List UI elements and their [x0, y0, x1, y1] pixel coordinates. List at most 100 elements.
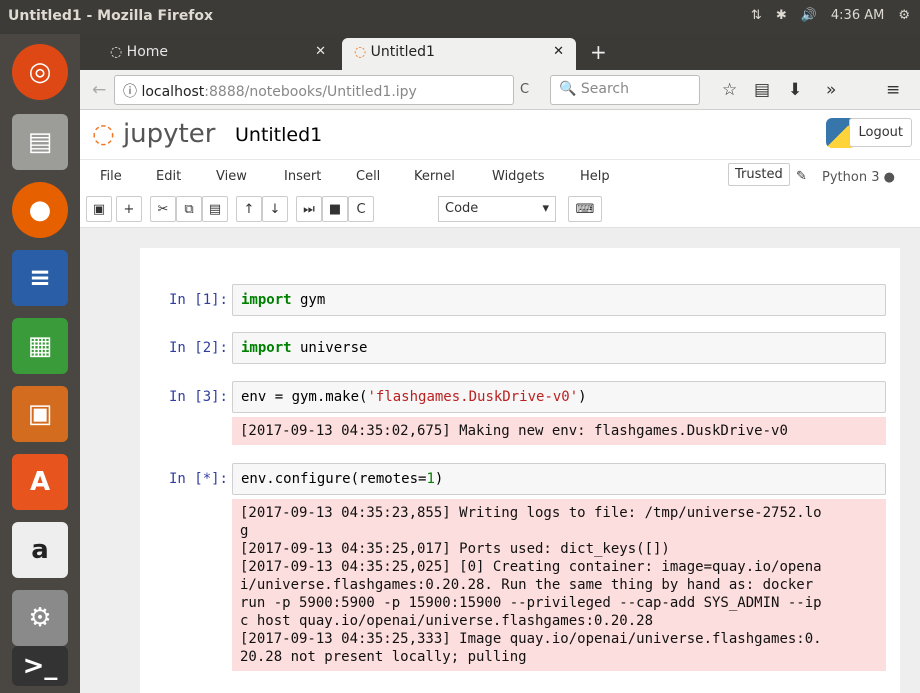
code-text: gym — [291, 292, 326, 308]
stop-square-icon[interactable]: ■ — [322, 196, 348, 222]
reload-icon[interactable]: C — [520, 82, 529, 97]
ubuntu-top-panel: Untitled1 - Mozilla Firefox ⇅ ✱ 🔊 4:36 A… — [0, 0, 920, 34]
tab-icon: ◌ — [110, 44, 127, 60]
cell-type-select[interactable]: Code ▾ — [438, 196, 556, 222]
paste-icon[interactable]: ▤ — [202, 196, 228, 222]
save-icon[interactable]: ▣ — [86, 196, 112, 222]
cell-prompt: In [*]: — [168, 471, 228, 487]
firefox-icon[interactable]: ● — [12, 182, 68, 238]
system-tray: ⇅ ✱ 🔊 4:36 AM ⚙ — [751, 8, 910, 23]
restart-kernel-icon[interactable]: C — [348, 196, 374, 222]
menu-edit[interactable]: Edit — [156, 169, 181, 184]
cell-prompt: In [3]: — [168, 389, 228, 405]
reading-list-icon[interactable]: ▤ — [754, 80, 770, 100]
menu-file[interactable]: File — [100, 169, 122, 184]
logout-button[interactable]: Logout — [849, 118, 912, 147]
cell-output-stderr: [2017-09-13 04:35:02,675] Making new env… — [232, 417, 886, 445]
window-title: Untitled1 - Mozilla Firefox — [8, 8, 214, 24]
menu-help[interactable]: Help — [580, 169, 610, 184]
menu-widgets[interactable]: Widgets — [492, 169, 545, 184]
tab-strip: ◌ Home ✕ ◌ Untitled1 ✕ + — [80, 34, 920, 70]
code-text: env = gym.make( — [241, 389, 368, 405]
code-number: 1 — [426, 471, 435, 487]
ubuntu-launcher: ◎ ▤ ● ≡ ▦ ▣ A a ⚙ >_ — [0, 34, 80, 693]
menu-view[interactable]: View — [216, 169, 247, 184]
network-icon[interactable]: ⇅ — [751, 8, 762, 23]
edit-pencil-icon[interactable]: ✎ — [796, 169, 807, 184]
chevron-down-icon: ▾ — [542, 201, 549, 216]
kernel-busy-indicator-icon: ● — [883, 170, 895, 185]
impress-icon[interactable]: ▣ — [12, 386, 68, 442]
url-bar[interactable]: ⓘ localhost:8888/notebooks/Untitled1.ipy — [114, 75, 514, 105]
tab-icon: ◌ — [354, 44, 371, 60]
menu-cell[interactable]: Cell — [356, 169, 380, 184]
jupyter-logo-text: jupyter — [122, 119, 216, 149]
move-up-arrow-icon[interactable]: ↑ — [236, 196, 262, 222]
tab-label: Home — [126, 44, 169, 60]
url-path: :8888/notebooks/Untitled1.ipy — [204, 84, 417, 100]
system-settings-icon[interactable]: ⚙ — [12, 590, 68, 646]
code-keyword: import — [241, 340, 292, 356]
code-keyword: import — [241, 292, 292, 308]
tab-home[interactable]: ◌ Home ✕ — [98, 38, 338, 70]
search-field[interactable]: 🔍 Search — [550, 75, 700, 105]
new-tab-plus-icon[interactable]: + — [590, 40, 607, 64]
cell-input[interactable]: env = gym.make('flashgames.DuskDrive-v0'… — [232, 381, 886, 413]
close-tab-icon[interactable]: ✕ — [553, 44, 564, 59]
run-next-icon[interactable]: ⏭ — [296, 196, 322, 222]
software-center-icon[interactable]: A — [12, 454, 68, 510]
insert-cell-plus-icon[interactable]: + — [116, 196, 142, 222]
trusted-indicator[interactable]: Trusted — [728, 163, 790, 186]
close-tab-icon[interactable]: ✕ — [315, 44, 326, 59]
amazon-icon[interactable]: a — [12, 522, 68, 578]
settings-gear-icon[interactable]: ⚙ — [898, 8, 910, 23]
code-text: ) — [434, 471, 444, 487]
calc-icon[interactable]: ▦ — [12, 318, 68, 374]
copy-icon[interactable]: ⧉ — [176, 196, 202, 222]
cell-prompt: In [2]: — [168, 340, 228, 356]
move-down-arrow-icon[interactable]: ↓ — [262, 196, 288, 222]
download-icon[interactable]: ⬇ — [788, 80, 802, 100]
overflow-chevron-icon[interactable]: » — [826, 80, 836, 100]
navigation-bar: ← ⓘ localhost:8888/notebooks/Untitled1.i… — [80, 70, 920, 110]
jupyter-header: ◌ jupyter Untitled1 Logout — [80, 110, 920, 160]
kernel-label: Python 3 — [822, 170, 880, 185]
code-text: env.configure(remotes= — [241, 471, 427, 487]
terminal-icon[interactable]: >_ — [12, 646, 68, 686]
firefox-window: ◌ Home ✕ ◌ Untitled1 ✕ + ← ⓘ localhost:8… — [80, 34, 920, 693]
cut-scissors-icon[interactable]: ✂ — [150, 196, 176, 222]
jupyter-toolbar: ▣ + ✂ ⧉ ▤ ↑ ↓ ⏭ ■ C Code ▾ ⌨ — [80, 192, 920, 228]
cell-type-value: Code — [445, 201, 479, 216]
tab-label: Untitled1 — [370, 44, 435, 60]
jupyter-menubar: File Edit View Insert Cell Kernel Widget… — [80, 160, 920, 192]
tab-untitled1[interactable]: ◌ Untitled1 ✕ — [342, 38, 576, 70]
cell-input[interactable]: env.configure(remotes=1) — [232, 463, 886, 495]
menu-insert[interactable]: Insert — [284, 169, 321, 184]
bookmark-star-icon[interactable]: ☆ — [722, 80, 737, 100]
menu-kernel[interactable]: Kernel — [414, 169, 455, 184]
ubuntu-dash-icon[interactable]: ◎ — [12, 44, 68, 100]
volume-icon[interactable]: 🔊 — [801, 8, 817, 23]
kernel-name: Python 3 ● — [822, 170, 895, 185]
url-host: localhost — [141, 84, 205, 100]
cell-input[interactable]: import universe — [232, 332, 886, 364]
keyboard-icon[interactable]: ⌨ — [568, 196, 602, 222]
writer-icon[interactable]: ≡ — [12, 250, 68, 306]
files-icon[interactable]: ▤ — [12, 114, 68, 170]
notebook-name[interactable]: Untitled1 — [235, 124, 322, 146]
code-string: 'flashgames.DuskDrive-v0' — [367, 389, 579, 405]
back-arrow-icon[interactable]: ← — [92, 80, 106, 100]
jupyter-logo[interactable]: ◌ jupyter — [92, 119, 215, 149]
info-icon[interactable]: ⓘ — [123, 84, 141, 100]
notebook-area: In [1]: import gym In [2]: import univer… — [80, 228, 920, 693]
clock[interactable]: 4:36 AM — [831, 8, 884, 23]
hamburger-menu-icon[interactable]: ≡ — [886, 80, 900, 100]
bluetooth-icon[interactable]: ✱ — [776, 8, 787, 23]
cell-input[interactable]: import gym — [232, 284, 886, 316]
jupyter-ring-icon: ◌ — [92, 119, 115, 149]
code-text: universe — [291, 340, 368, 356]
cell-prompt: In [1]: — [168, 292, 228, 308]
cell-output-stderr: [2017-09-13 04:35:23,855] Writing logs t… — [232, 499, 886, 671]
code-text: ) — [578, 389, 587, 405]
notebook-page: In [1]: import gym In [2]: import univer… — [140, 248, 900, 693]
